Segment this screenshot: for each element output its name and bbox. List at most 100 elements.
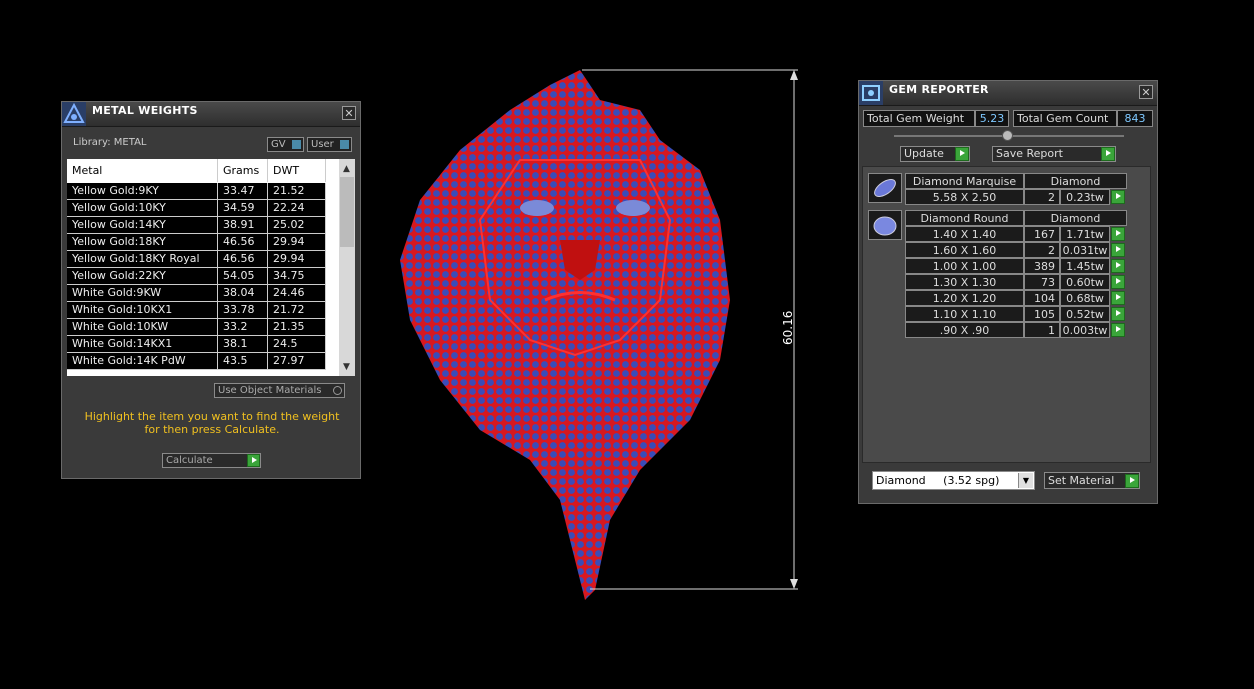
gem-reporter-icon — [859, 81, 883, 105]
gem-count-cell: 2 — [1024, 242, 1060, 258]
grams-cell: 38.04 — [218, 285, 268, 301]
dwt-cell: 21.52 — [268, 183, 326, 199]
gem-weight-cell: 0.23tw — [1060, 189, 1110, 205]
select-gems-button[interactable] — [1111, 275, 1125, 289]
metal-name-cell: Yellow Gold:18KY — [67, 234, 218, 250]
gem-weight-cell: 0.60tw — [1060, 274, 1110, 290]
play-icon — [247, 454, 260, 467]
column-header-metal[interactable]: Metal — [67, 159, 218, 182]
total-gem-weight-label: Total Gem Weight — [863, 110, 975, 127]
dwt-cell: 22.24 — [268, 200, 326, 216]
gem-shape-header: Diamond Marquise — [905, 173, 1024, 189]
gem-count-cell: 389 — [1024, 258, 1060, 274]
select-gems-button[interactable] — [1111, 291, 1125, 305]
total-gem-weight-value: 5.23 — [975, 110, 1009, 127]
dwt-cell: 34.75 — [268, 268, 326, 284]
select-gems-button[interactable] — [1111, 227, 1125, 241]
scroll-up-icon[interactable]: ▲ — [343, 164, 350, 174]
marquise-gem-icon[interactable] — [868, 173, 902, 203]
gem-weight-cell: 0.003tw — [1060, 322, 1110, 338]
library-label: Library: METAL — [73, 137, 147, 148]
column-header-grams[interactable]: Grams — [218, 159, 268, 182]
table-row[interactable]: White Gold:9KW 38.04 24.46 — [67, 285, 326, 302]
gem-shape-header: Diamond Round — [905, 210, 1024, 226]
close-icon[interactable]: ✕ — [1139, 85, 1153, 99]
gem-reporter-title: GEM REPORTER — [889, 83, 989, 96]
table-row[interactable]: White Gold:14K PdW 43.5 27.97 — [67, 353, 326, 370]
table-row[interactable]: Yellow Gold:18KY Royal 46.56 29.94 — [67, 251, 326, 268]
metal-name-cell: White Gold:9KW — [67, 285, 218, 301]
metal-name-cell: Yellow Gold:9KY — [67, 183, 218, 199]
splitter-knob[interactable] — [1002, 130, 1013, 141]
dwt-cell: 27.97 — [268, 353, 326, 369]
gem-weight-cell: 0.68tw — [1060, 290, 1110, 306]
use-object-materials-toggle[interactable]: Use Object Materials — [214, 383, 345, 398]
table-row[interactable]: White Gold:10KW 33.2 21.35 — [67, 319, 326, 336]
gem-count-cell: 105 — [1024, 306, 1060, 322]
table-row[interactable]: Yellow Gold:10KY 34.59 22.24 — [67, 200, 326, 217]
dimension-label: 60.16 — [781, 311, 795, 345]
set-material-button[interactable]: Set Material — [1044, 472, 1140, 489]
table-row[interactable]: White Gold:10KX1 33.78 21.72 — [67, 302, 326, 319]
metal-name-cell: White Gold:14K PdW — [67, 353, 218, 369]
gem-size-cell: 1.40 X 1.40 — [905, 226, 1024, 242]
save-report-button[interactable]: Save Report — [992, 146, 1116, 162]
grams-cell: 43.5 — [218, 353, 268, 369]
column-header-dwt[interactable]: DWT — [268, 159, 326, 182]
gem-size-cell: 1.30 X 1.30 — [905, 274, 1024, 290]
play-icon — [955, 147, 969, 161]
update-button[interactable]: Update — [900, 146, 970, 162]
round-gem-icon[interactable] — [868, 210, 902, 240]
metal-name-cell: White Gold:10KX1 — [67, 302, 218, 318]
metal-name-cell: Yellow Gold:22KY — [67, 268, 218, 284]
dwt-cell: 24.46 — [268, 285, 326, 301]
instruction-text: Highlight the item you want to find the … — [84, 410, 340, 436]
gem-reporter-panel: GEM REPORTER ✕ Total Gem Weight 5.23 Tot… — [858, 80, 1158, 504]
table-row[interactable]: Yellow Gold:9KY 33.47 21.52 — [67, 183, 326, 200]
table-row[interactable]: Yellow Gold:22KY 54.05 34.75 — [67, 268, 326, 285]
gem-list: Diamond Marquise Diamond 5.58 X 2.50 2 0.23t… — [862, 166, 1151, 463]
lion-left-eye — [520, 200, 554, 216]
select-gems-button[interactable] — [1111, 243, 1125, 257]
gem-reporter-titlebar[interactable]: GEM REPORTER ✕ — [859, 81, 1157, 106]
metal-name-cell: White Gold:14KX1 — [67, 336, 218, 352]
gem-count-cell: 1 — [1024, 322, 1060, 338]
grams-cell: 33.78 — [218, 302, 268, 318]
metal-name-cell: Yellow Gold:18KY Royal — [67, 251, 218, 267]
grams-cell: 33.47 — [218, 183, 268, 199]
dwt-cell: 21.72 — [268, 302, 326, 318]
table-row[interactable]: Yellow Gold:14KY 38.91 25.02 — [67, 217, 326, 234]
gem-material-header: Diamond — [1024, 210, 1127, 226]
metal-weights-titlebar[interactable]: METAL WEIGHTS ✕ — [62, 102, 360, 127]
table-row[interactable]: White Gold:14KX1 38.1 24.5 — [67, 336, 326, 353]
select-gems-button[interactable] — [1111, 190, 1125, 204]
gv-toggle[interactable]: GV — [267, 137, 304, 152]
select-gems-button[interactable] — [1111, 307, 1125, 321]
grams-cell: 33.2 — [218, 319, 268, 335]
gem-count-cell: 73 — [1024, 274, 1060, 290]
calculate-button[interactable]: Calculate — [162, 453, 261, 468]
gem-count-cell: 167 — [1024, 226, 1060, 242]
metal-table: Metal Grams DWT Yellow Gold:9KY 33.47 21.5… — [67, 159, 355, 376]
user-toggle[interactable]: User — [307, 137, 352, 152]
lion-head-model[interactable] — [400, 70, 730, 600]
select-gems-button[interactable] — [1111, 323, 1125, 337]
select-gems-button[interactable] — [1111, 259, 1125, 273]
total-gem-count-label: Total Gem Count — [1013, 110, 1117, 127]
grams-cell: 38.91 — [218, 217, 268, 233]
dwt-cell: 21.35 — [268, 319, 326, 335]
gem-count-cell: 104 — [1024, 290, 1060, 306]
scroll-down-icon[interactable]: ▼ — [343, 362, 350, 372]
dwt-cell: 24.5 — [268, 336, 326, 352]
grams-cell: 46.56 — [218, 251, 268, 267]
grams-cell: 34.59 — [218, 200, 268, 216]
metal-weights-icon — [62, 102, 86, 126]
metal-weights-panel: METAL WEIGHTS ✕ Library: METAL GV User M… — [61, 101, 361, 479]
material-select[interactable]: Diamond (3.52 spg) ▼ — [872, 471, 1035, 490]
table-row[interactable]: Yellow Gold:18KY 46.56 29.94 — [67, 234, 326, 251]
radio-icon — [333, 386, 342, 395]
grams-cell: 38.1 — [218, 336, 268, 352]
metal-name-cell: Yellow Gold:14KY — [67, 217, 218, 233]
dwt-cell: 25.02 — [268, 217, 326, 233]
gem-size-cell: 5.58 X 2.50 — [905, 189, 1024, 205]
